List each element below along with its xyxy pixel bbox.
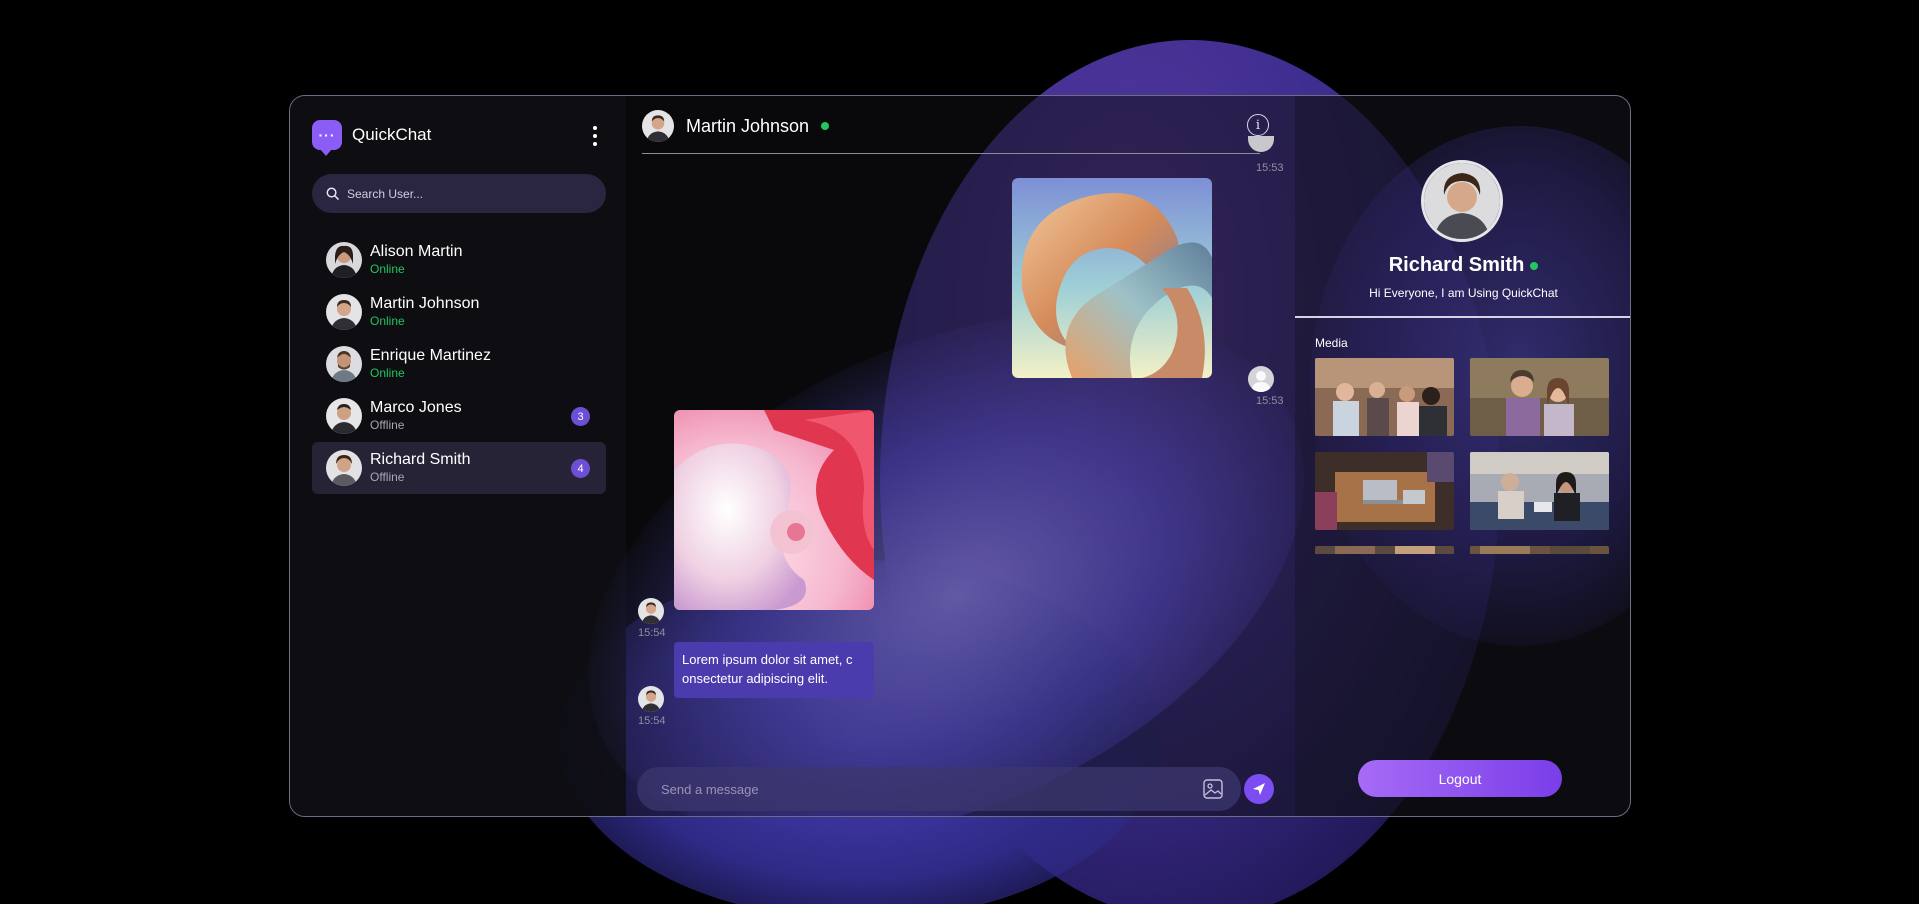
app-name: QuickChat	[352, 125, 432, 144]
media-thumbnail[interactable]	[1470, 546, 1609, 554]
sidebar: ··· QuickChat Alison Martin Online	[290, 96, 626, 816]
contact-status: Online	[370, 366, 405, 380]
message-input[interactable]	[661, 781, 1181, 797]
chat-panel: Martin Johnson i 15:53 15:53 15:54 Lorem…	[504, 96, 1388, 816]
avatar	[638, 598, 664, 624]
profile-name: Richard Smith	[1388, 254, 1525, 276]
contact-status: Online	[370, 314, 405, 328]
contact-item-enrique-martinez[interactable]: Enrique Martinez Online	[312, 338, 606, 390]
chat-contact-name: Martin Johnson	[686, 115, 810, 136]
online-indicator	[1530, 261, 1539, 270]
avatar	[326, 450, 362, 486]
media-gallery	[1315, 358, 1611, 554]
message-time: 15:54	[638, 627, 666, 639]
media-thumbnail[interactable]	[1315, 358, 1454, 436]
contact-name: Marco Jones	[370, 399, 462, 416]
contact-status: Offline	[370, 418, 405, 432]
message-image[interactable]	[674, 410, 874, 610]
message-time: 15:53	[1256, 162, 1284, 174]
chat-header: Martin Johnson	[642, 110, 830, 142]
app-window: ··· QuickChat Alison Martin Online	[289, 95, 1631, 817]
contact-name: Richard Smith	[370, 451, 471, 468]
contact-item-marco-jones[interactable]: Marco Jones Offline 3	[312, 390, 606, 442]
avatar	[642, 110, 674, 142]
contact-name: Enrique Martinez	[370, 347, 491, 364]
contact-list: Alison Martin Online Martin Johnson Onli…	[312, 234, 606, 494]
background-glow	[504, 206, 1388, 816]
media-thumbnail[interactable]	[1315, 546, 1454, 554]
media-thumbnail[interactable]	[1315, 452, 1454, 530]
profile-avatar	[1421, 160, 1503, 242]
profile-name-row: Richard Smith	[1295, 254, 1630, 277]
logout-button[interactable]: Logout	[1358, 760, 1562, 797]
send-icon	[1253, 783, 1265, 795]
avatar	[326, 346, 362, 382]
brand: ··· QuickChat	[312, 120, 432, 156]
contact-name: Martin Johnson	[370, 295, 480, 312]
message-composer	[637, 767, 1241, 811]
message-bubble: Lorem ipsum dolor sit amet, c onsectetur…	[674, 642, 874, 698]
unread-count-badge: 4	[571, 459, 590, 478]
divider	[642, 153, 1260, 154]
media-thumbnail[interactable]	[1470, 358, 1609, 436]
avatar	[326, 242, 362, 278]
contact-item-alison-martin[interactable]: Alison Martin Online	[312, 234, 606, 286]
message-time: 15:53	[1256, 395, 1284, 407]
contact-item-martin-johnson[interactable]: Martin Johnson Online	[312, 286, 606, 338]
contact-name: Alison Martin	[370, 243, 463, 260]
contact-status: Online	[370, 262, 405, 276]
message-image[interactable]	[1012, 178, 1212, 378]
avatar	[1248, 366, 1274, 392]
online-indicator	[821, 122, 830, 130]
contact-status: Offline	[370, 470, 405, 484]
contact-item-richard-smith[interactable]: Richard Smith Offline 4	[312, 442, 606, 494]
more-options-icon[interactable]	[591, 126, 599, 146]
profile-panel: Richard Smith Hi Everyone, I am Using Qu…	[1295, 96, 1630, 816]
message-time: 15:54	[638, 715, 666, 727]
avatar	[326, 294, 362, 330]
chat-logo-icon: ···	[312, 120, 342, 156]
divider	[1295, 316, 1630, 318]
unread-count-badge: 3	[571, 407, 590, 426]
avatar	[1248, 136, 1274, 152]
image-attach-icon[interactable]	[1203, 779, 1223, 799]
profile-bio: Hi Everyone, I am Using QuickChat	[1369, 286, 1558, 300]
avatar	[326, 398, 362, 434]
avatar	[638, 686, 664, 712]
search-input[interactable]	[347, 186, 587, 201]
send-button[interactable]	[1244, 774, 1274, 804]
search-bar	[312, 174, 606, 213]
search-icon	[326, 187, 339, 200]
media-heading: Media	[1315, 336, 1348, 350]
media-thumbnail[interactable]	[1470, 452, 1609, 530]
info-icon[interactable]: i	[1247, 114, 1269, 136]
